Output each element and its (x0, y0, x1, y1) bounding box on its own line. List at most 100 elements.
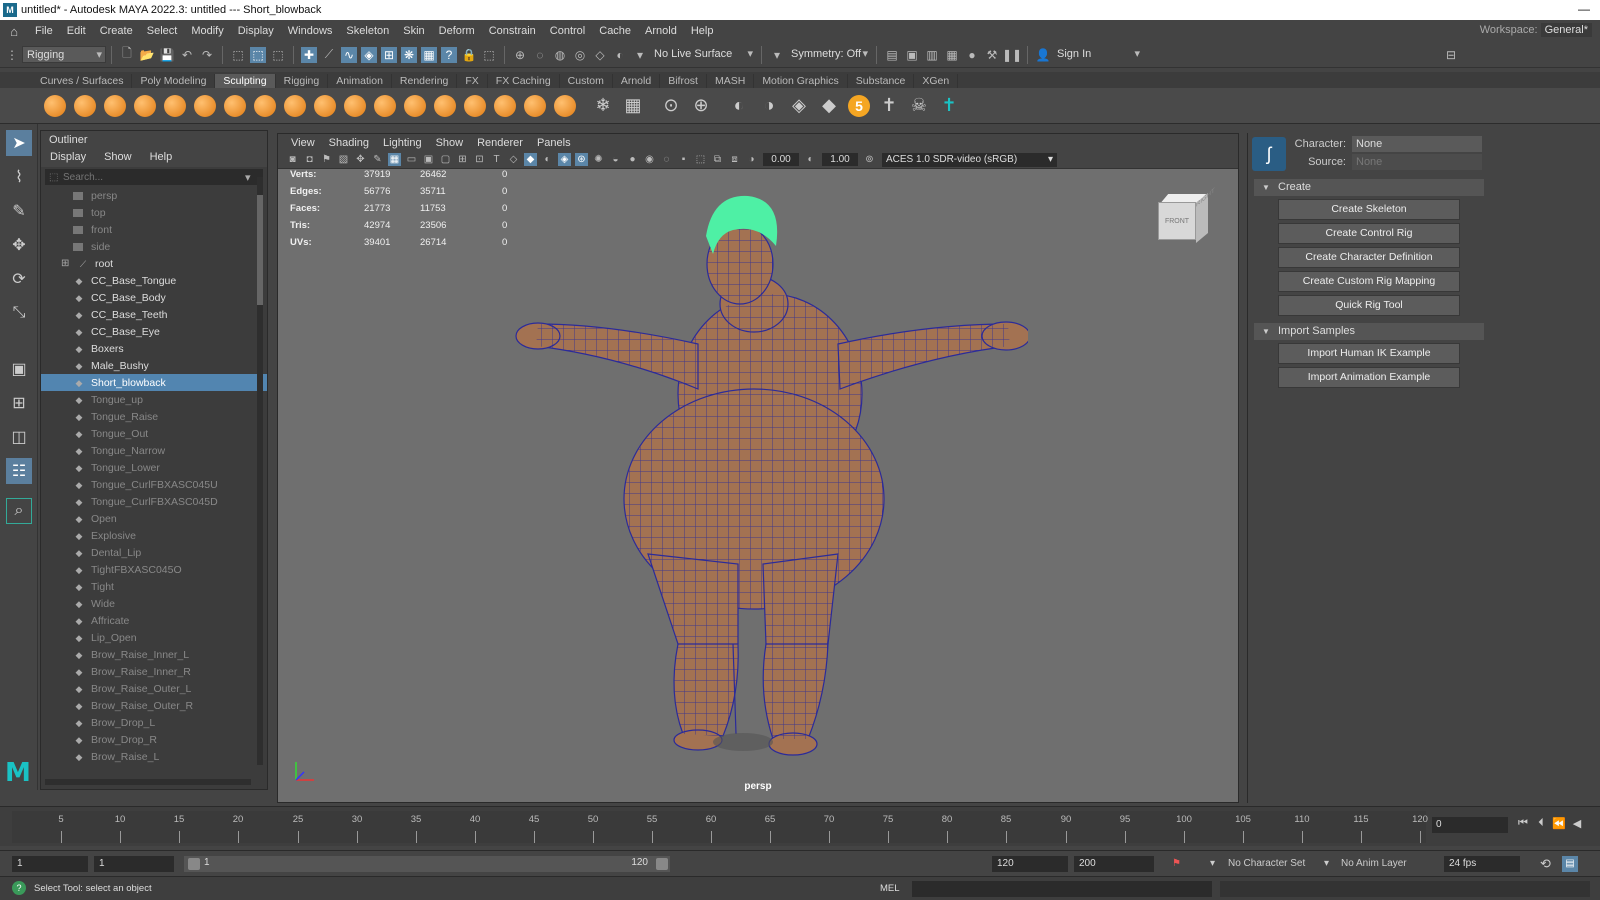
viewport-panel[interactable]: View Shading Lighting Show Renderer Pane… (277, 133, 1239, 803)
2d-pan-icon[interactable]: ✥ (354, 153, 367, 166)
outliner-item-persp[interactable]: persp (41, 187, 267, 204)
outliner-search-input[interactable] (63, 171, 233, 183)
repeat-tool-icon[interactable] (284, 94, 306, 117)
outliner-item-tight[interactable]: ◆ Tight (41, 578, 267, 595)
outliner-item-brow-raise-l[interactable]: ◆ Brow_Raise_L (41, 748, 267, 765)
toggle-panel-icon[interactable]: ⊟ (1443, 47, 1459, 63)
shelf-tab-fx[interactable]: FX (457, 74, 488, 88)
outliner-item-tongue-curlfbxasc045u[interactable]: ◆ Tongue_CurlFBXASC045U (41, 476, 267, 493)
outliner-item-tongue-narrow[interactable]: ◆ Tongue_Narrow (41, 442, 267, 459)
shelf-tab-sculpting[interactable]: Sculpting (215, 74, 276, 88)
menu-cache[interactable]: Cache (592, 25, 638, 37)
range-end-handle[interactable] (656, 858, 668, 870)
smooth-tool-icon[interactable] (74, 94, 96, 117)
outliner-item-boxers[interactable]: ◆ Boxers (41, 340, 267, 357)
home-icon[interactable]: ⌂ (0, 24, 28, 39)
film-gate-icon[interactable]: ▭ (405, 153, 418, 166)
menu-skin[interactable]: Skin (396, 25, 431, 37)
select-handle-icon[interactable]: ✚ (301, 46, 317, 63)
menu-deform[interactable]: Deform (432, 25, 482, 37)
shelf-tab-rendering[interactable]: Rendering (392, 74, 458, 88)
rotate-tool-icon[interactable]: ⟳ (6, 266, 32, 292)
workspace-value[interactable]: General* (1540, 23, 1592, 37)
select-misc-icon[interactable]: ? (441, 46, 457, 63)
select-render-icon[interactable]: ▦ (421, 46, 437, 63)
character-model[interactable] (508, 174, 1028, 764)
safe-title-icon[interactable]: T (490, 153, 503, 166)
snap-curve-icon[interactable]: ◌ (532, 47, 548, 63)
play-backwards-icon[interactable]: ◀ (1568, 817, 1586, 830)
shelf-tab-xgen[interactable]: XGen (914, 74, 959, 88)
range-start-handle[interactable] (188, 858, 200, 870)
shelf-tab-bifrost[interactable]: Bifrost (660, 74, 707, 88)
single-pane-icon[interactable]: ▣ (6, 356, 32, 382)
character-set-dropdown-icon[interactable]: ▾ (1210, 856, 1215, 872)
playback-end-field[interactable]: 120 (992, 856, 1068, 872)
view-cube[interactable]: FRONT RIGHT (1154, 187, 1215, 244)
color-management-icon[interactable]: ⊚ (863, 153, 876, 166)
flatten-tool-icon[interactable] (194, 94, 216, 117)
snap-dropdown-icon[interactable]: ▾ (632, 47, 648, 63)
hypershade-icon[interactable]: ● (964, 47, 980, 63)
view-transform-dropdown[interactable]: ACES 1.0 SDR-video (sRGB) (882, 152, 1057, 167)
scale-tool-icon[interactable]: ⤡ (6, 300, 32, 326)
outliner-item-lip-open[interactable]: ◆ Lip_Open (41, 629, 267, 646)
bookmark-icon[interactable]: ⚑ (320, 153, 333, 166)
sculpt-tool-icon[interactable] (44, 94, 66, 117)
shelf-tab-animation[interactable]: Animation (328, 74, 392, 88)
loop-icon[interactable]: ⟲ (1540, 856, 1551, 872)
outliner-menu-help[interactable]: Help (141, 151, 182, 165)
view-cube-right[interactable]: RIGHT (1196, 187, 1215, 244)
menu-set-dropdown[interactable]: Rigging (22, 46, 106, 64)
menu-display[interactable]: Display (231, 25, 281, 37)
highlight-selection-icon[interactable]: ⬚ (481, 47, 497, 63)
menu-file[interactable]: File (28, 25, 60, 37)
select-component-icon[interactable]: ⬚ (270, 47, 286, 63)
lasso-tool-icon[interactable]: ⌇ (6, 164, 32, 190)
smooth-shade-icon[interactable]: ◆ (524, 153, 537, 166)
outliner-item-root[interactable]: ⊞ ⟋ root (41, 255, 267, 272)
symmetry-field[interactable]: Symmetry: Off (787, 46, 871, 63)
go-to-start-icon[interactable]: ⏮ (1514, 817, 1532, 830)
smear-tool-icon[interactable] (464, 94, 486, 117)
ambient-occlusion-icon[interactable]: ● (626, 153, 639, 166)
sign-in-button[interactable]: Sign In (1053, 46, 1143, 63)
outliner-item-explosive[interactable]: ◆ Explosive (41, 527, 267, 544)
render-view-icon[interactable]: ▤ (884, 47, 900, 63)
outliner-vertical-scrollbar[interactable] (257, 177, 263, 765)
eraser-icon[interactable]: ◆ (818, 95, 840, 117)
command-line-input[interactable] (912, 881, 1212, 897)
import-animation-example-button[interactable]: Import Animation Example (1278, 367, 1460, 388)
foamy-tool-icon[interactable] (224, 94, 246, 117)
wax-tool-icon[interactable] (344, 94, 366, 117)
outliner-item-brow-raise-outer-r[interactable]: ◆ Brow_Raise_Outer_R (41, 697, 267, 714)
shelf-tab-arnold[interactable]: Arnold (613, 74, 661, 88)
outliner-item-cc-base-tongue[interactable]: ◆ CC_Base_Tongue (41, 272, 267, 289)
outliner-item-brow-raise-inner-l[interactable]: ◆ Brow_Raise_Inner_L (41, 646, 267, 663)
unfreeze-all-icon[interactable]: ▦ (622, 95, 644, 117)
auto-key-icon[interactable]: ⚑ (1172, 856, 1181, 872)
outliner-layout-icon[interactable]: ☷ (6, 458, 32, 484)
menu-edit[interactable]: Edit (60, 25, 93, 37)
blend-shape-icon[interactable]: ⊙ (660, 95, 682, 117)
search-options-icon[interactable]: ⬚ (49, 172, 63, 183)
outliner-horizontal-scrollbar[interactable] (45, 779, 251, 785)
skull-icon[interactable]: ☠ (908, 95, 930, 117)
select-surface-icon[interactable]: ◈ (361, 46, 377, 63)
menu-skeleton[interactable]: Skeleton (339, 25, 396, 37)
outliner-item-wide[interactable]: ◆ Wide (41, 595, 267, 612)
outliner-item-front[interactable]: front (41, 221, 267, 238)
step-back-icon[interactable]: ⏴ (1532, 817, 1550, 830)
human-ik-icon[interactable]: ✝ (938, 95, 960, 117)
gate-mask-icon[interactable]: ▢ (439, 153, 452, 166)
skeleton-icon[interactable]: ✝ (878, 95, 900, 117)
menu-select[interactable]: Select (140, 25, 185, 37)
viewport-menu-lighting[interactable]: Lighting (376, 137, 429, 149)
shelf-tab-motion-graphics[interactable]: Motion Graphics (754, 74, 848, 88)
outliner-item-cc-base-teeth[interactable]: ◆ CC_Base_Teeth (41, 306, 267, 323)
search-dropdown-icon[interactable]: ▾ (245, 171, 251, 184)
quick-rig-tool-button[interactable]: Quick Rig Tool (1278, 295, 1460, 316)
current-frame-field[interactable]: 0 (1432, 817, 1508, 833)
search-icon[interactable]: ⌕ (6, 498, 32, 524)
minimize-icon[interactable]: — (1578, 2, 1590, 16)
